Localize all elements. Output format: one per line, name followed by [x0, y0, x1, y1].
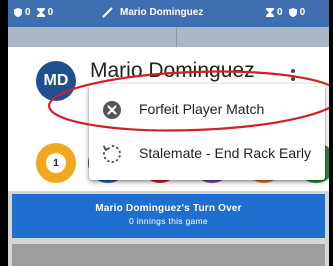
right-counters: 0 0	[266, 7, 305, 18]
right-count-b: 0	[299, 7, 306, 18]
right-count-a: 0	[277, 7, 283, 18]
hourglass-icon	[266, 8, 274, 17]
turn-subtitle: 0 innings this game	[129, 216, 208, 226]
ball-1[interactable]: 1	[36, 143, 76, 183]
status-bar: 0 0 Mario Dominguez 0 0	[8, 0, 329, 27]
hourglass-icon	[36, 8, 45, 17]
menu-item-stalemate[interactable]: Stalemate - End Rack Early	[89, 132, 325, 176]
left-counters: 0 0	[14, 7, 53, 18]
left-count-b: 0	[47, 7, 54, 18]
menu-item-label: Stalemate - End Rack Early	[139, 145, 311, 161]
turn-over-button[interactable]: Mario Dominguez's Turn Over 0 innings th…	[12, 194, 325, 238]
avatar[interactable]: MD	[36, 61, 76, 101]
cue-stick-icon	[102, 7, 113, 18]
app-screen: 0 0 Mario Dominguez 0 0 MD Mario Domingu…	[8, 0, 329, 266]
bottom-action-bar[interactable]	[12, 244, 325, 266]
ball-number: 1	[46, 153, 66, 173]
left-count-a: 0	[25, 7, 31, 18]
player-options-menu: Forfeit Player Match Stalemate - End Rac…	[89, 84, 325, 180]
turn-title: Mario Dominguez's Turn Over	[95, 203, 242, 214]
menu-item-label: Forfeit Player Match	[139, 101, 265, 117]
current-player: Mario Dominguez	[102, 7, 203, 18]
shield-icon	[14, 8, 22, 17]
close-circle-icon	[103, 101, 121, 119]
dotted-refresh-icon	[103, 145, 121, 163]
status-player-name: Mario Dominguez	[120, 7, 204, 18]
score-subbar	[8, 27, 329, 47]
player-name: Mario Dominguez	[90, 59, 255, 82]
subbar-divider	[176, 27, 177, 47]
menu-item-forfeit[interactable]: Forfeit Player Match	[89, 88, 325, 132]
shield-icon	[288, 8, 297, 17]
